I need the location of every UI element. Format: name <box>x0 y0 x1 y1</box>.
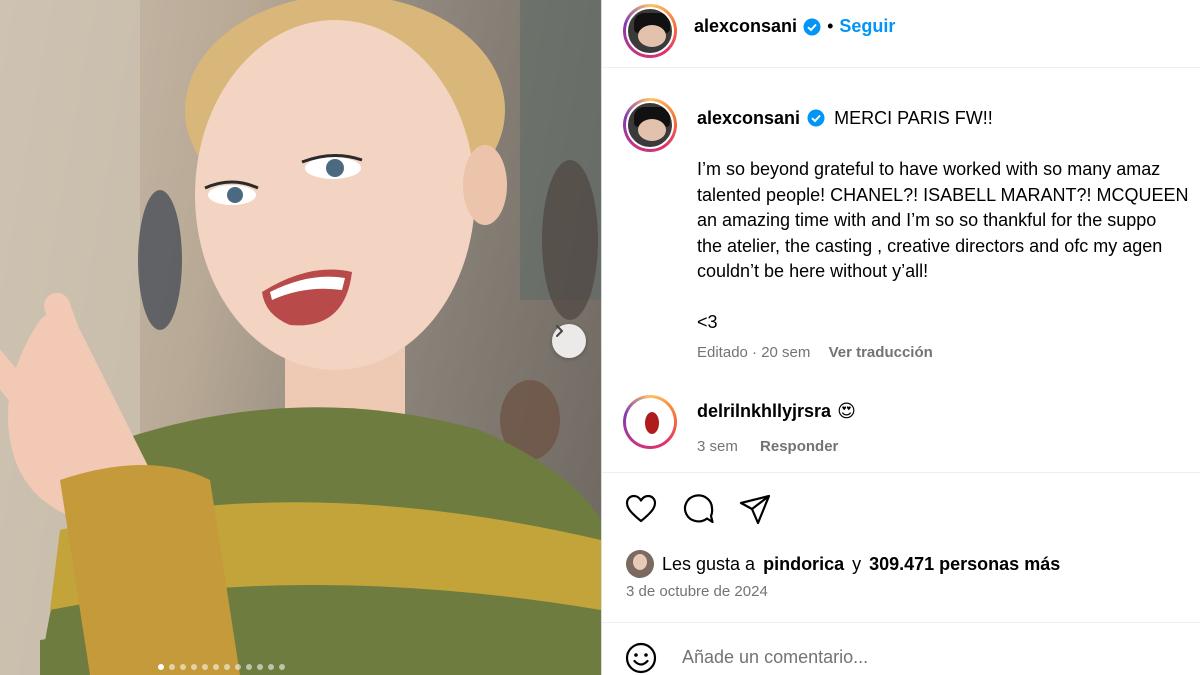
carousel-dot <box>235 664 241 670</box>
comment-input[interactable] <box>682 647 1162 668</box>
reply-button[interactable]: Responder <box>760 438 838 455</box>
chevron-right-icon <box>556 325 563 337</box>
caption-line <box>697 132 1200 158</box>
post-date: 3 de octubre de 2024 <box>626 583 768 600</box>
likes-count[interactable]: 309.471 personas más <box>869 554 1060 575</box>
commenter-avatar[interactable] <box>623 395 677 449</box>
post-header: alexconsani • Seguir <box>602 0 1200 68</box>
likes-summary: Les gusta a pindorica y 309.471 personas… <box>626 550 1060 578</box>
carousel-dot <box>257 664 263 670</box>
author-username[interactable]: alexconsani <box>694 16 797 37</box>
carousel-dot <box>224 664 230 670</box>
verified-badge-icon <box>803 18 821 35</box>
next-slide-button[interactable] <box>552 324 586 358</box>
separator: • <box>827 16 834 36</box>
comment-meta: 3 sem Responder <box>697 438 838 455</box>
caption-line: I’m so beyond grateful to have worked wi… <box>697 159 1161 179</box>
follow-button[interactable]: Seguir <box>839 16 895 37</box>
carousel-dot <box>246 664 252 670</box>
translate-link[interactable]: Ver traducción <box>829 344 933 361</box>
author-avatar[interactable] <box>623 4 677 58</box>
liker-avatar[interactable] <box>626 550 654 578</box>
commenter-username[interactable]: delrilnkhllyjrsra <box>697 401 831 422</box>
carousel-dot <box>158 664 164 670</box>
caption-edited-time: Editado · 20 sem <box>697 344 811 361</box>
divider <box>602 472 1200 473</box>
comment: delrilnkhllyjrsra 😍 <box>697 401 856 422</box>
caption-line: <3 <box>697 312 718 332</box>
post-caption: alexconsani MERCI PARIS FW!! I’m so beyo… <box>697 106 1200 336</box>
caption-username[interactable]: alexconsani <box>697 108 800 128</box>
caption-line: an amazing time with and I’m so so thank… <box>697 210 1157 230</box>
caption-line <box>697 285 1200 311</box>
carousel-dot <box>213 664 219 670</box>
carousel-dot <box>191 664 197 670</box>
likes-conj: y <box>852 553 862 574</box>
liker-username[interactable]: pindorica <box>763 554 844 575</box>
share-icon[interactable] <box>738 492 772 526</box>
carousel-indicator <box>158 664 285 670</box>
caption-author-avatar[interactable] <box>623 98 677 152</box>
post-panel: alexconsani • Seguir alexconsani MERCI P… <box>601 0 1200 675</box>
carousel-dot <box>180 664 186 670</box>
comment-text: 😍 <box>837 401 856 421</box>
heart-icon[interactable] <box>624 492 658 526</box>
emoji-icon[interactable] <box>624 641 658 675</box>
carousel-dot <box>268 664 274 670</box>
likes-prefix: Les gusta a <box>662 553 756 574</box>
carousel-dot <box>202 664 208 670</box>
caption-meta: Editado · 20 sem Ver traducción <box>697 344 933 361</box>
caption-line: MERCI PARIS FW!! <box>834 108 993 128</box>
comment-bar <box>602 622 1200 675</box>
caption-line: talented people! CHANEL?! ISABELL MARANT… <box>697 184 1189 205</box>
comment-time: 3 sem <box>697 438 738 455</box>
photo-illustration <box>0 0 601 675</box>
carousel-dot <box>279 664 285 670</box>
caption-line: the atelier, the casting , creative dire… <box>697 235 1163 256</box>
post-photo[interactable] <box>0 0 601 675</box>
carousel-dot <box>169 664 175 670</box>
comment-icon[interactable] <box>682 492 716 526</box>
verified-badge-icon <box>807 109 825 127</box>
caption-line: couldn’t be here without y’all! <box>697 261 929 281</box>
